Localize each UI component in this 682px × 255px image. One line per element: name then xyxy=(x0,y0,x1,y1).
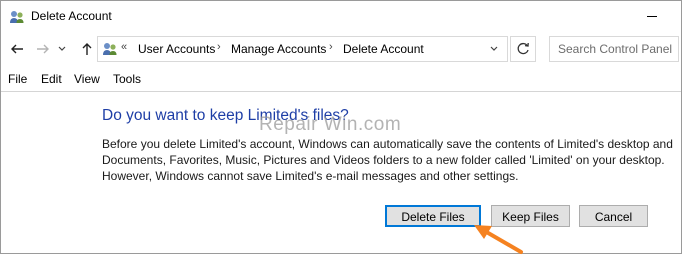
delete-account-window: Delete Account « User Accounts › Manage … xyxy=(0,0,682,254)
annotation-arrow-icon xyxy=(474,225,523,254)
